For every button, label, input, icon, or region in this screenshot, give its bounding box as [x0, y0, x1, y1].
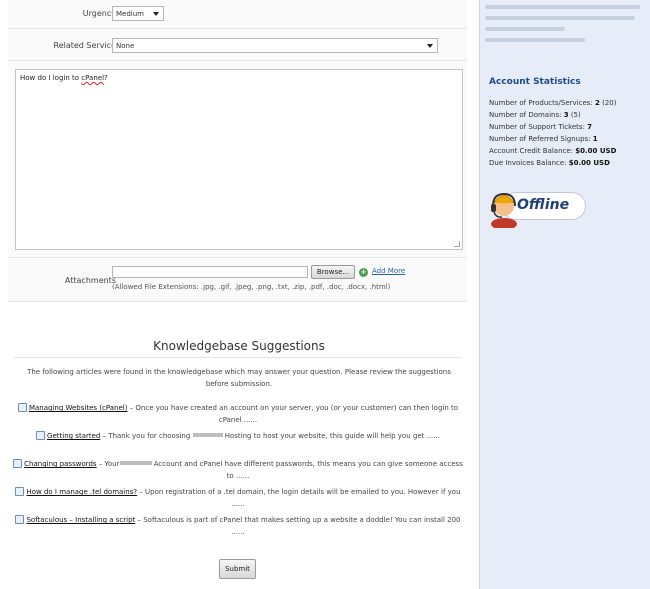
stat-due-invoices: Due Invoices Balance: $0.00 USD [489, 159, 610, 167]
knowledgebase-intro: The following articles were found in the… [27, 368, 451, 388]
suggestion-link[interactable]: Managing Websites (cPanel) [29, 404, 128, 412]
submit-button[interactable]: Submit [219, 559, 256, 579]
suggestion-item: Managing Websites (cPanel) – Once you ha… [12, 402, 464, 426]
related-service-value: None [116, 42, 135, 50]
document-icon [13, 459, 23, 468]
sidebar [479, 0, 650, 589]
urgency-value: Medium [116, 10, 144, 18]
headset-agent-icon [491, 192, 517, 228]
redacted-text [485, 16, 635, 20]
redacted-text [192, 433, 223, 437]
suggestion-item: How do I manage .tel domains? – Upon reg… [12, 486, 464, 510]
suggestion-link[interactable]: Getting started [47, 432, 100, 440]
add-icon[interactable]: + [359, 268, 368, 277]
add-more-link[interactable]: Add More [372, 267, 405, 275]
allowed-extensions-text: (Allowed File Extensions: .jpg, .gif, .j… [112, 283, 391, 291]
stat-credit-balance: Account Credit Balance: $0.00 USD [489, 147, 617, 155]
urgency-row [8, 0, 467, 29]
ticket-form-area: Urgency Medium Related Service None How … [0, 0, 478, 589]
message-textarea[interactable]: How do I login to cPanel? [15, 69, 463, 250]
related-service-label: Related Service [53, 41, 117, 50]
knowledgebase-title: Knowledgebase Suggestions [153, 339, 325, 353]
suggestion-link[interactable]: How do I manage .tel domains? [26, 488, 137, 496]
suggestion-link[interactable]: Softaculous – Installing a script [26, 516, 135, 524]
stat-tickets: Number of Support Tickets: 7 [489, 123, 593, 131]
message-text: How do I login to cPanel? [20, 74, 108, 82]
attachments-label: Attachments [64, 276, 116, 285]
divider [14, 357, 462, 358]
suggestion-item: Getting started – Thank you for choosing… [12, 430, 464, 442]
resize-handle-icon[interactable] [454, 241, 460, 247]
redacted-text [485, 27, 565, 31]
suggestion-link[interactable]: Changing passwords [24, 460, 96, 468]
live-chat-status-text: Offline [517, 197, 570, 213]
live-chat-status-button[interactable]: Offline [488, 188, 588, 228]
document-icon [15, 515, 25, 524]
related-service-select[interactable]: None [112, 38, 438, 53]
stat-domains: Number of Domains: 3 (5) [489, 111, 581, 119]
redacted-text [485, 38, 585, 42]
browse-button[interactable]: Browse... [311, 265, 355, 279]
stat-products: Number of Products/Services: 2 (20) [489, 99, 617, 107]
chevron-down-icon [427, 44, 433, 48]
document-icon [15, 487, 25, 496]
document-icon [36, 431, 46, 440]
suggestion-item: Softaculous – Installing a script – Soft… [12, 514, 464, 538]
document-icon [17, 403, 27, 412]
attachment-file-input[interactable] [112, 266, 308, 278]
suggestion-item: Changing passwords – Your Account and cP… [12, 458, 464, 482]
stat-referrals: Number of Referred Signups: 1 [489, 135, 598, 143]
account-statistics-title: Account Statistics [489, 77, 581, 87]
account-statistics-list: Number of Products/Services: 2 (20) Numb… [489, 97, 617, 169]
chevron-down-icon [153, 12, 159, 16]
urgency-select[interactable]: Medium [112, 6, 164, 21]
redacted-text [119, 461, 152, 465]
redacted-text [485, 5, 640, 9]
